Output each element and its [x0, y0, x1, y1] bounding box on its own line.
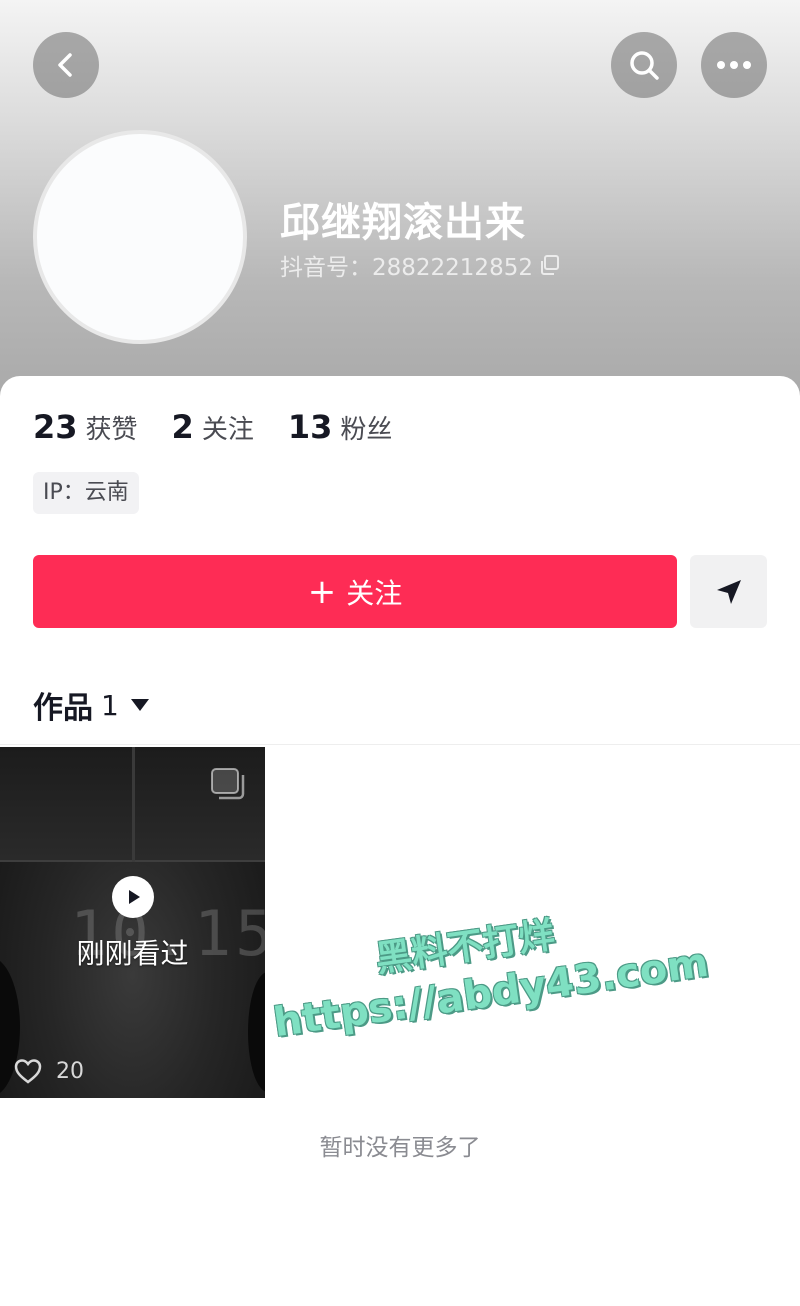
caret-down-icon: [130, 699, 149, 711]
copy-icon[interactable]: [539, 254, 561, 276]
ip-location-tag: IP：云南: [33, 472, 139, 514]
avatar[interactable]: [33, 130, 247, 344]
stats-row: 23 获赞 2 关注 13 粉丝: [33, 408, 426, 452]
follow-button[interactable]: + 关注: [33, 555, 677, 628]
chevron-left-icon: [58, 53, 72, 77]
stat-likes[interactable]: 23 获赞: [33, 408, 138, 446]
stat-following[interactable]: 2 关注: [172, 408, 254, 446]
back-button[interactable]: [33, 32, 99, 98]
plus-icon: +: [307, 571, 337, 612]
thumbnail-line: [132, 747, 135, 862]
tab-works[interactable]: 作品 1: [33, 684, 149, 726]
more-dots-icon: [717, 61, 751, 69]
video-likes: 20: [14, 1054, 84, 1088]
more-button[interactable]: [701, 32, 767, 98]
tab-works-label: 作品: [33, 691, 93, 726]
likes-count: 20: [56, 1058, 84, 1084]
recently-viewed-label: 刚刚看过: [76, 937, 189, 970]
stat-label: 粉丝: [340, 415, 393, 445]
tab-works-count: 1: [101, 688, 119, 722]
stat-value: 13: [287, 408, 333, 446]
stat-label: 关注: [201, 415, 254, 445]
send-icon: [716, 579, 741, 604]
send-message-button[interactable]: [690, 555, 767, 628]
play-icon: [112, 876, 154, 918]
thumbnail-shape: [248, 972, 265, 1092]
heart-icon: [14, 1059, 42, 1084]
stat-value: 2: [171, 408, 194, 446]
no-more-content: 暂时没有更多了: [319, 1135, 481, 1161]
multi-image-icon: [211, 768, 245, 800]
divider: [0, 744, 800, 745]
stat-value: 23: [33, 408, 78, 446]
account-id: 抖音号：28822212852: [280, 255, 533, 281]
account-id-row[interactable]: 抖音号：28822212852: [280, 250, 561, 281]
stat-followers[interactable]: 13 粉丝: [288, 408, 393, 446]
stat-label: 获赞: [85, 415, 138, 445]
search-button[interactable]: [611, 32, 677, 98]
follow-label: 关注: [346, 576, 403, 610]
search-icon: [630, 51, 659, 80]
nickname: 邱继翔滚出来: [280, 200, 526, 246]
